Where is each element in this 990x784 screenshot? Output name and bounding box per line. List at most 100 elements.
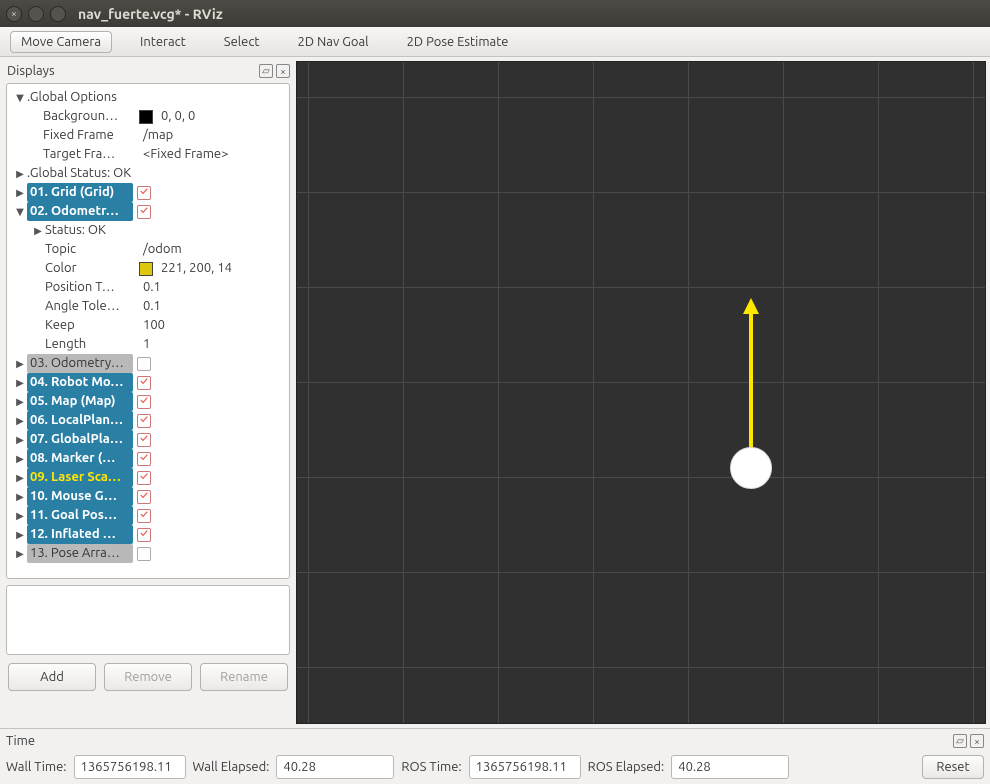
- display-item[interactable]: 12. Inflated …: [27, 525, 133, 544]
- wall-elapsed-value[interactable]: 40.28: [276, 755, 394, 779]
- display-item[interactable]: 09. Laser Sca…: [27, 468, 133, 487]
- ros-elapsed-value[interactable]: 40.28: [671, 755, 789, 779]
- display-item[interactable]: 05. Map (Map): [27, 392, 133, 411]
- prop-value[interactable]: /map: [143, 126, 173, 145]
- visibility-checkbox[interactable]: ✓: [137, 528, 151, 542]
- visibility-checkbox[interactable]: ✓: [137, 471, 151, 485]
- expand-icon[interactable]: ▶: [13, 411, 27, 430]
- prop-value[interactable]: <Fixed Frame>: [143, 145, 228, 164]
- prop-key[interactable]: Angle Tole…: [45, 297, 139, 316]
- visibility-checkbox[interactable]: ✓: [137, 376, 151, 390]
- expand-icon[interactable]: ▶: [13, 354, 27, 373]
- prop-value[interactable]: 0.1: [143, 297, 161, 316]
- detach-icon[interactable]: ▱: [259, 64, 273, 78]
- color-swatch[interactable]: [139, 110, 153, 124]
- visibility-checkbox[interactable]: ✓: [137, 357, 151, 371]
- wall-time-value[interactable]: 1365756198.11: [74, 755, 186, 779]
- display-item[interactable]: 13. Pose Arra…: [27, 544, 133, 563]
- expand-icon[interactable]: ▼: [13, 88, 27, 107]
- expand-icon[interactable]: ▶: [13, 164, 27, 183]
- expand-icon[interactable]: ▶: [13, 373, 27, 392]
- prop-key[interactable]: Keep: [45, 316, 139, 335]
- interact-button[interactable]: Interact: [130, 32, 196, 52]
- visibility-checkbox[interactable]: ✓: [137, 433, 151, 447]
- global-options-label[interactable]: .Global Options: [27, 88, 117, 107]
- move-camera-button[interactable]: Move Camera: [10, 31, 112, 53]
- prop-value[interactable]: 0, 0, 0: [161, 107, 195, 126]
- remove-button[interactable]: Remove: [104, 663, 192, 691]
- visibility-checkbox[interactable]: ✓: [137, 490, 151, 504]
- display-item[interactable]: 08. Marker (…: [27, 449, 133, 468]
- render-viewport[interactable]: [296, 61, 986, 724]
- maximize-icon[interactable]: [50, 6, 66, 22]
- close-panel-icon[interactable]: ×: [970, 734, 984, 748]
- visibility-checkbox[interactable]: ✓: [137, 414, 151, 428]
- expand-icon[interactable]: ▶: [13, 392, 27, 411]
- rename-button[interactable]: Rename: [200, 663, 288, 691]
- wall-time-label: Wall Time:: [6, 760, 67, 774]
- visibility-checkbox[interactable]: ✓: [137, 547, 151, 561]
- expand-icon[interactable]: ▶: [31, 221, 45, 240]
- prop-key[interactable]: Backgroun…: [43, 107, 139, 126]
- prop-value[interactable]: 100: [143, 316, 165, 335]
- expand-icon[interactable]: ▶: [13, 487, 27, 506]
- prop-key[interactable]: Length: [45, 335, 139, 354]
- expand-icon[interactable]: ▶: [13, 506, 27, 525]
- wall-elapsed-label: Wall Elapsed:: [193, 760, 270, 774]
- description-box: [6, 585, 290, 655]
- displays-header: Displays ▱ ×: [6, 61, 290, 81]
- visibility-checkbox[interactable]: ✓: [137, 452, 151, 466]
- expand-icon[interactable]: ▶: [13, 430, 27, 449]
- prop-key[interactable]: Color: [45, 259, 139, 278]
- prop-key[interactable]: Fixed Frame: [43, 126, 139, 145]
- robot-footprint: [730, 447, 772, 489]
- display-item[interactable]: 11. Goal Pos…: [27, 506, 133, 525]
- display-item[interactable]: 03. Odometry…: [27, 354, 133, 373]
- global-status-label[interactable]: .Global Status: OK: [27, 164, 131, 183]
- window-title: nav_fuerte.vcg* - RViz: [78, 6, 223, 22]
- odom-arrow: [749, 310, 753, 460]
- expand-icon[interactable]: ▶: [13, 544, 27, 563]
- prop-key[interactable]: Topic: [45, 240, 139, 259]
- expand-icon[interactable]: ▶: [13, 449, 27, 468]
- displays-title: Displays: [6, 64, 55, 78]
- color-swatch[interactable]: [139, 262, 153, 276]
- reset-button[interactable]: Reset: [922, 755, 984, 779]
- time-title: Time: [6, 734, 35, 748]
- prop-key[interactable]: Position T…: [45, 278, 139, 297]
- visibility-checkbox[interactable]: ✓: [137, 395, 151, 409]
- display-item[interactable]: 01. Grid (Grid): [27, 183, 133, 202]
- display-item[interactable]: 07. GlobalPla…: [27, 430, 133, 449]
- time-panel: Time ▱ × Wall Time: 1365756198.11 Wall E…: [0, 728, 990, 784]
- close-icon[interactable]: ×: [6, 6, 22, 22]
- display-item[interactable]: 04. Robot Mo…: [27, 373, 133, 392]
- expand-icon[interactable]: ▶: [13, 468, 27, 487]
- visibility-checkbox[interactable]: ✓: [137, 186, 151, 200]
- expand-icon[interactable]: ▶: [13, 525, 27, 544]
- display-item[interactable]: 06. LocalPlan…: [27, 411, 133, 430]
- status-label[interactable]: Status: OK: [45, 221, 106, 240]
- display-item[interactable]: 02. Odometr…: [27, 202, 133, 221]
- prop-value[interactable]: 1: [143, 335, 150, 354]
- prop-value[interactable]: 221, 200, 14: [161, 259, 232, 278]
- detach-icon[interactable]: ▱: [953, 734, 967, 748]
- visibility-checkbox[interactable]: ✓: [137, 205, 151, 219]
- select-button[interactable]: Select: [214, 32, 270, 52]
- displays-panel: Displays ▱ × ▼.Global Options Backgroun……: [0, 57, 296, 728]
- expand-icon[interactable]: ▼: [13, 202, 27, 221]
- add-button[interactable]: Add: [8, 663, 96, 691]
- window-titlebar: × nav_fuerte.vcg* - RViz: [0, 0, 990, 27]
- ros-time-value[interactable]: 1365756198.11: [469, 755, 581, 779]
- minimize-icon[interactable]: [28, 6, 44, 22]
- displays-tree[interactable]: ▼.Global Options Backgroun…0, 0, 0 Fixed…: [6, 83, 290, 579]
- display-buttons: Add Remove Rename: [6, 663, 290, 691]
- visibility-checkbox[interactable]: ✓: [137, 509, 151, 523]
- display-item[interactable]: 10. Mouse G…: [27, 487, 133, 506]
- expand-icon[interactable]: ▶: [13, 183, 27, 202]
- close-panel-icon[interactable]: ×: [276, 64, 290, 78]
- prop-value[interactable]: /odom: [143, 240, 182, 259]
- nav-goal-button[interactable]: 2D Nav Goal: [288, 32, 379, 52]
- pose-estimate-button[interactable]: 2D Pose Estimate: [397, 32, 519, 52]
- prop-value[interactable]: 0.1: [143, 278, 161, 297]
- prop-key[interactable]: Target Fra…: [43, 145, 139, 164]
